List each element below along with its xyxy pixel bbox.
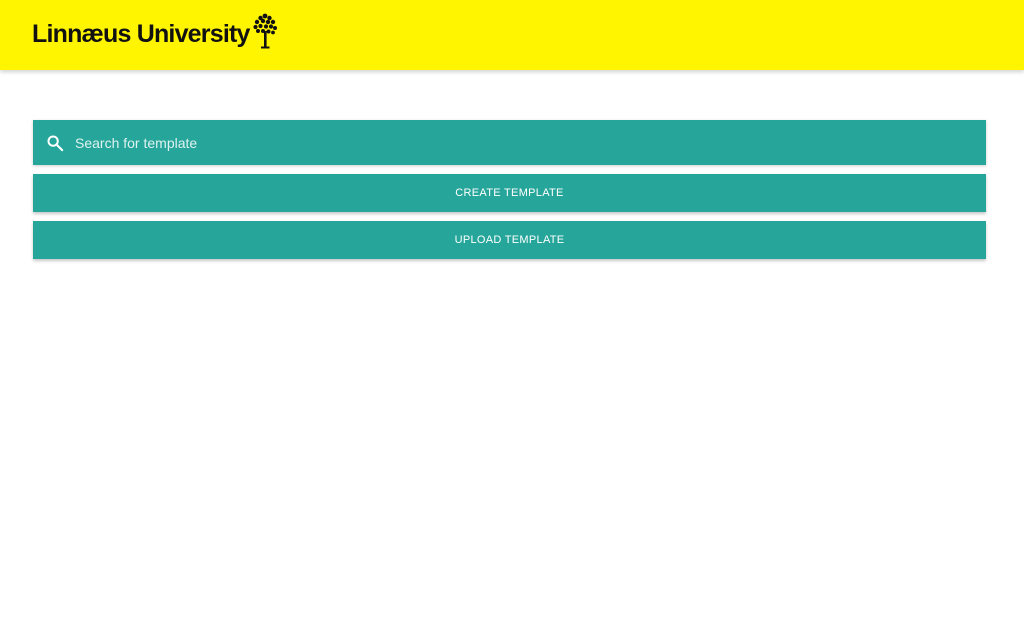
university-logo[interactable]: Linnæus University (32, 9, 278, 49)
tree-icon (253, 13, 277, 49)
logo-text: Linnæus University (32, 20, 250, 48)
main-content: CREATE TEMPLATE UPLOAD TEMPLATE (33, 120, 986, 259)
upload-template-button[interactable]: UPLOAD TEMPLATE (33, 221, 986, 259)
search-bar (33, 120, 986, 165)
create-template-button[interactable]: CREATE TEMPLATE (33, 174, 986, 212)
search-icon (45, 133, 65, 153)
app-header: Linnæus University (0, 0, 1024, 70)
search-input[interactable] (65, 120, 986, 165)
